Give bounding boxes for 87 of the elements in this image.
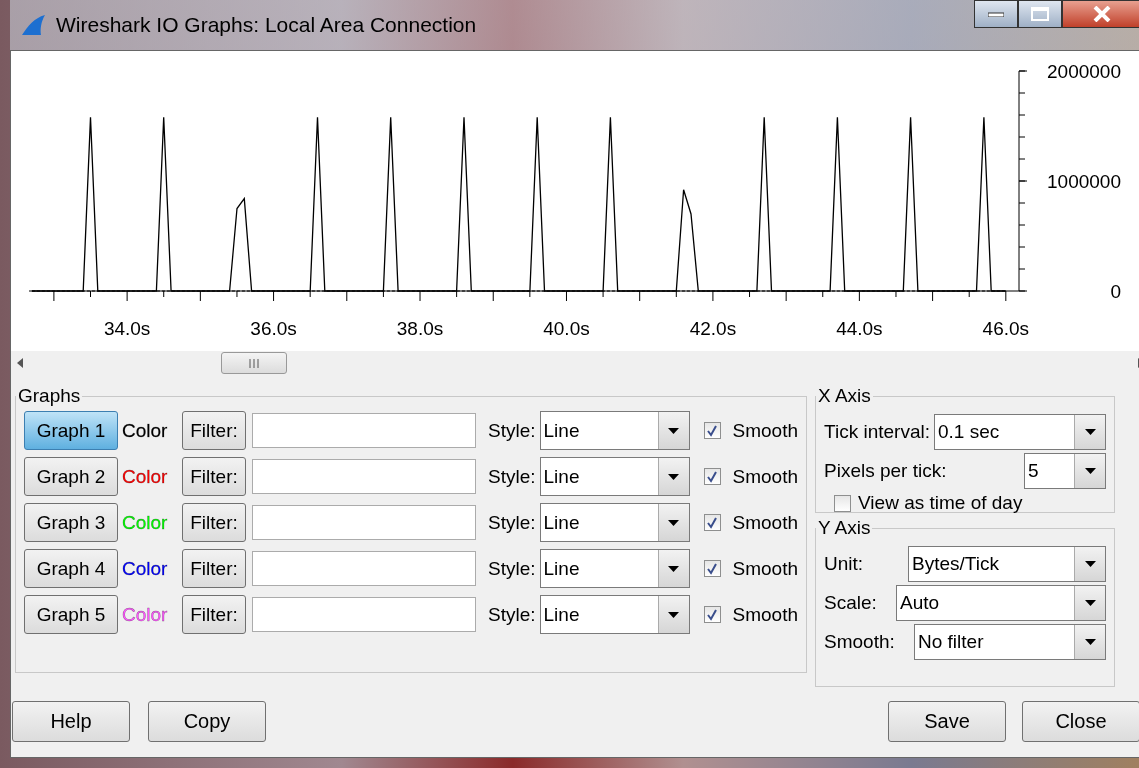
window-title: Wireshark IO Graphs: Local Area Connection	[56, 13, 477, 37]
caret-icon	[1084, 468, 1096, 474]
caret-icon	[1084, 639, 1096, 645]
checkbox[interactable]	[703, 514, 721, 531]
field-label: Tick interval:	[824, 421, 930, 443]
field-label: Scale:	[824, 592, 877, 614]
style-label: Style:	[488, 511, 536, 534]
filter-field[interactable]	[252, 597, 476, 632]
style-label: Style:	[488, 419, 536, 442]
dropdown[interactable]: Auto	[896, 585, 1106, 621]
color-label[interactable]: Color	[122, 419, 178, 442]
checkbox-label: View as time of day	[858, 492, 1023, 514]
checkbox-label: Smooth	[732, 511, 798, 534]
caret-icon	[668, 427, 680, 434]
dropdown[interactable]: Line	[539, 549, 690, 588]
caret-icon	[668, 519, 680, 526]
dropdown[interactable]: No filter	[914, 624, 1106, 660]
filter-button[interactable]: Filter:	[182, 411, 246, 450]
checkbox-label: Smooth	[732, 557, 798, 580]
x-tick-label: 44.0s	[836, 318, 883, 339]
checkbox[interactable]	[703, 468, 721, 485]
dropdown[interactable]: Line	[539, 411, 690, 450]
filter-field[interactable]	[252, 413, 476, 448]
close-button[interactable]	[1062, 0, 1139, 28]
shark-fin-icon	[20, 14, 46, 36]
style-label: Style:	[488, 557, 536, 580]
x-tick-label: 40.0s	[543, 318, 590, 339]
dropdown[interactable]: Line	[539, 503, 690, 542]
x-tick-label: 38.0s	[396, 318, 444, 339]
filter-field[interactable]	[252, 459, 476, 494]
y-tick-label: 2000000	[1047, 61, 1121, 82]
dialog-button[interactable]: Copy	[148, 701, 266, 742]
x-tick-label: 46.0s	[982, 318, 1030, 339]
maximize-icon	[1031, 7, 1049, 21]
caret-icon	[668, 611, 680, 618]
color-label[interactable]: Color	[122, 557, 178, 580]
y-tick-label: 1000000	[1047, 171, 1121, 192]
checkbox[interactable]	[703, 560, 721, 577]
dropdown[interactable]: 0.1 sec	[934, 414, 1106, 450]
group-title: X Axis	[817, 385, 872, 407]
checkbox[interactable]	[703, 422, 721, 439]
y-tick-label: 0	[1110, 281, 1121, 302]
minimize-icon	[988, 11, 1004, 17]
graph-button[interactable]: Graph 3	[24, 503, 118, 542]
x-tick-label: 36.0s	[250, 318, 297, 339]
checkbox[interactable]	[703, 606, 721, 623]
graph-button[interactable]: Graph 5	[24, 595, 118, 634]
filter-field[interactable]	[252, 551, 476, 586]
x-tick-label: 34.0s	[103, 318, 151, 339]
filter-field[interactable]	[252, 505, 476, 540]
graph-button[interactable]: Graph 1	[24, 411, 118, 450]
scroll-left-icon[interactable]	[17, 358, 23, 368]
dropdown[interactable]: Bytes/Tick	[908, 546, 1106, 582]
checkbox-label: Smooth	[732, 603, 798, 626]
checkbox-label: Smooth	[732, 419, 798, 442]
caret-icon	[668, 565, 680, 572]
caret-icon	[1084, 600, 1096, 606]
scrollbar-thumb[interactable]	[221, 352, 287, 374]
graph-button[interactable]: Graph 2	[24, 457, 118, 496]
filter-button[interactable]: Filter:	[182, 595, 246, 634]
dialog-button[interactable]: Save	[888, 701, 1006, 742]
field-label: Pixels per tick:	[824, 460, 947, 482]
caret-icon	[1084, 429, 1096, 435]
field-label: Smooth:	[824, 631, 895, 653]
close-icon	[1093, 6, 1111, 22]
dropdown[interactable]: Line	[539, 595, 690, 634]
dropdown[interactable]: Line	[539, 457, 690, 496]
style-label: Style:	[488, 465, 536, 488]
minimize-button[interactable]	[974, 0, 1018, 28]
filter-button[interactable]: Filter:	[182, 549, 246, 588]
checkbox-label: Smooth	[732, 465, 798, 488]
maximize-button[interactable]	[1018, 0, 1062, 28]
style-label: Style:	[488, 603, 536, 626]
caret-icon	[1084, 561, 1096, 567]
dialog-button[interactable]: Help	[12, 701, 130, 742]
graph-button[interactable]: Graph 4	[24, 549, 118, 588]
group-title: Graphs	[17, 385, 82, 407]
x-tick-label: 42.0s	[689, 318, 737, 339]
filter-button[interactable]: Filter:	[182, 457, 246, 496]
dropdown[interactable]: 5	[1024, 453, 1106, 489]
field-label: Unit:	[824, 553, 864, 575]
checkbox[interactable]	[834, 494, 851, 512]
color-label[interactable]: Color	[122, 465, 178, 488]
filter-button[interactable]: Filter:	[182, 503, 246, 542]
caret-icon	[668, 473, 680, 480]
dialog-button[interactable]: Close	[1022, 701, 1139, 742]
group-title: Y Axis	[817, 517, 872, 539]
